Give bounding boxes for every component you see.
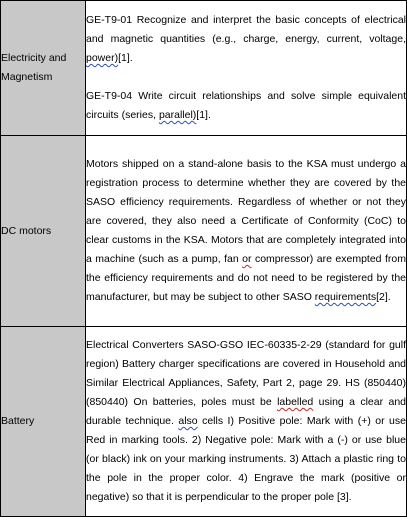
paragraph: GE-T9-01 Recognize and interpret the bas… (86, 11, 406, 68)
marked-word: also (178, 415, 198, 427)
paragraph: Electrical Converters SASO-GSO IEC-60335… (86, 336, 406, 507)
marked-word: parallel) (158, 109, 197, 121)
row-content-electricity: GE-T9-01 Recognize and interpret the bas… (85, 0, 407, 136)
document-table: Electricity and Magnetism GE-T9-01 Recog… (0, 0, 407, 517)
marked-word: or (242, 253, 252, 265)
marked-word: labelled (277, 396, 314, 408)
paragraph-text: GE-T9-04 Write circuit relationships and… (86, 90, 406, 121)
paragraph: Motors shipped on a stand-alone basis to… (86, 155, 406, 307)
citation: [1]. (196, 109, 211, 121)
table-row: DC motors Motors shipped on a stand-alon… (0, 135, 407, 327)
paragraph-text: cells I) Positive pole: Mark with (+) or… (86, 415, 406, 503)
citation: [1]. (118, 52, 133, 64)
table-row: Electricity and Magnetism GE-T9-01 Recog… (0, 0, 407, 136)
table-row: Battery Electrical Converters SASO-GSO I… (0, 326, 407, 517)
marked-word: requirements (314, 291, 377, 303)
paragraph-text: GE-T9-01 Recognize and interpret the bas… (86, 14, 406, 45)
row-label-electricity: Electricity and Magnetism (0, 0, 86, 136)
row-content-battery: Electrical Converters SASO-GSO IEC-60335… (85, 326, 407, 517)
paragraph-text: Motors shipped on a stand-alone basis to… (86, 158, 406, 265)
row-label-dc-motors: DC motors (0, 135, 86, 327)
row-content-dc-motors: Motors shipped on a stand-alone basis to… (85, 135, 407, 327)
row-label-battery: Battery (0, 326, 86, 517)
citation: [2]. (376, 291, 391, 303)
marked-word: power) (86, 52, 119, 64)
paragraph: GE-T9-04 Write circuit relationships and… (86, 87, 406, 125)
